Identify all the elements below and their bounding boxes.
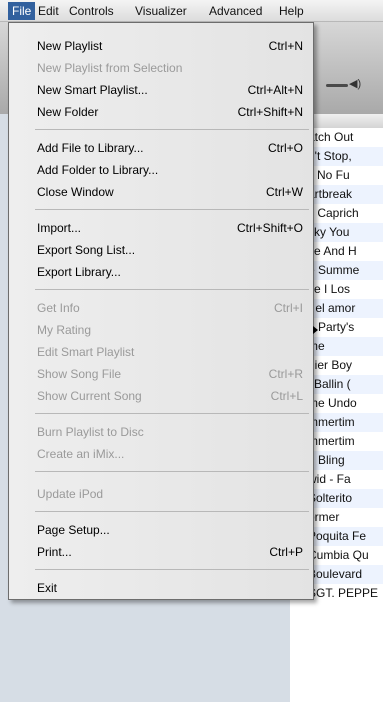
menu-edit[interactable]: Edit <box>34 2 63 20</box>
menu-item-new-folder[interactable]: New Folder Ctrl+Shift+N <box>9 102 313 122</box>
menu-separator <box>35 413 309 414</box>
menu-separator <box>35 129 309 130</box>
file-menu-dropdown: New Playlist Ctrl+N New Playlist from Sel… <box>8 22 318 600</box>
song-name: cky You <box>308 225 350 239</box>
menu-controls[interactable]: Controls <box>65 2 118 20</box>
menu-separator <box>35 209 309 210</box>
menu-separator <box>35 471 309 472</box>
menu-item-new-playlist[interactable]: New Playlist Ctrl+N <box>9 36 313 56</box>
menu-advanced[interactable]: Advanced <box>205 2 266 20</box>
menu-separator <box>35 569 309 570</box>
menu-help[interactable]: Help <box>275 2 308 20</box>
song-name: e Summe <box>308 263 360 277</box>
song-name: ce I Los <box>308 282 351 296</box>
menu-item-new-playlist-from-selection: New Playlist from Selection <box>37 61 183 75</box>
menu-separator <box>35 511 309 512</box>
menu-item-import[interactable]: Import... Ctrl+Shift+O <box>9 218 313 238</box>
song-name: wid - Fa <box>308 472 351 486</box>
menu-item-export-song-list[interactable]: Export Song List... <box>9 240 313 260</box>
menu-separator <box>35 289 309 290</box>
menu-item-update-ipod: Update iPod <box>37 487 104 501</box>
song-name: atch Out <box>308 130 354 144</box>
menu-item-page-setup[interactable]: Page Setup... <box>9 520 313 540</box>
menu-item-burn-playlist: Burn Playlist to Disc <box>37 425 144 439</box>
menu-item-exit[interactable]: Exit <box>9 578 313 598</box>
song-name: r el amor <box>308 301 356 315</box>
menu-item-edit-smart-playlist: Edit Smart Playlist <box>37 345 135 359</box>
song-name: n't Stop, <box>308 149 352 163</box>
song-name: 't No Fu <box>308 168 350 182</box>
song-name: dier Boy <box>308 358 353 372</box>
song-name: mmertim <box>308 415 355 429</box>
menu-item-my-rating: My Rating <box>37 323 92 337</box>
menu-item-print[interactable]: Print... Ctrl+P <box>9 542 313 562</box>
menu-item-create-imix: Create an iMix... <box>37 447 125 461</box>
song-name: Cumbia Qu <box>308 548 369 562</box>
song-name: Boulevard <box>308 567 363 581</box>
song-name: l Ballin ( <box>308 377 351 391</box>
song-name: ve And H <box>308 244 357 258</box>
song-name: me Undo <box>308 396 357 410</box>
menu-item-new-smart-playlist[interactable]: New Smart Playlist... Ctrl+Alt+N <box>9 80 313 100</box>
speaker-icon: ◀) <box>349 78 362 90</box>
menu-item-show-song-file: Show Song File Ctrl+R <box>37 367 303 381</box>
song-name: s Caprich <box>308 206 359 220</box>
submenu-arrow-icon <box>313 326 318 334</box>
song-name: artbreak <box>308 187 353 201</box>
song-name: Poquita Fe <box>308 529 367 543</box>
menu-item-get-info: Get Info Ctrl+I <box>37 301 303 315</box>
menu-visualizer[interactable]: Visualizer <box>131 2 191 20</box>
menu-item-show-current-song: Show Current Song Ctrl+L <box>37 389 303 403</box>
menu-item-export-library[interactable]: Export Library... <box>9 262 313 282</box>
song-name: mmertim <box>308 434 355 448</box>
volume-slider[interactable] <box>326 84 348 87</box>
menu-item-close-window[interactable]: Close Window Ctrl+W <box>9 182 313 202</box>
menu-file[interactable]: File <box>8 2 36 20</box>
song-name: Solterito <box>308 491 353 505</box>
menu-item-add-folder-to-library[interactable]: Add Folder to Library... <box>9 160 313 180</box>
menu-bar: File Edit Controls Visualizer Advanced H… <box>0 0 383 22</box>
song-name: SGT. PEPPE <box>308 586 379 600</box>
menu-item-add-file-to-library[interactable]: Add File to Library... Ctrl+O <box>9 138 313 158</box>
song-list-header[interactable] <box>309 114 383 129</box>
